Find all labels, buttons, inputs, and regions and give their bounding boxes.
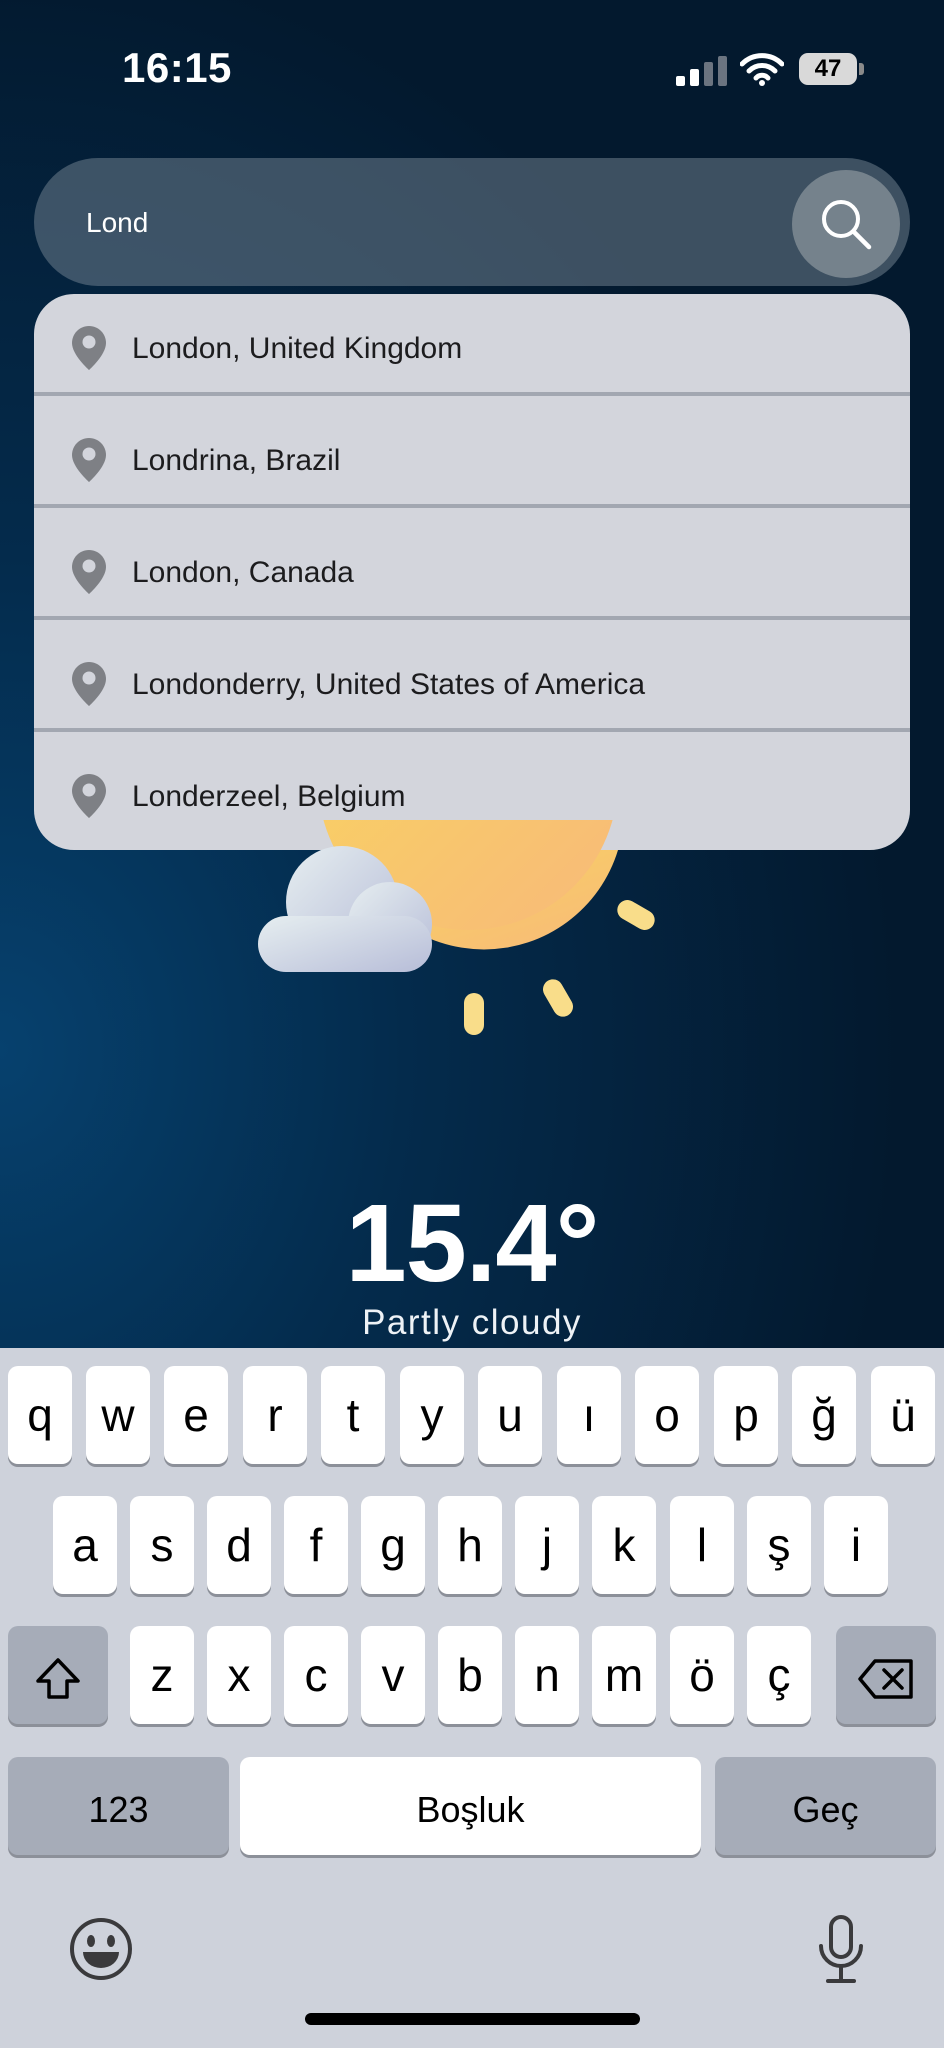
key-d[interactable]: d (207, 1496, 271, 1594)
search-input[interactable] (84, 198, 768, 248)
location-pin-icon (72, 326, 106, 370)
key-g-breve[interactable]: ğ (792, 1366, 856, 1464)
key-r[interactable]: r (243, 1366, 307, 1464)
key-u[interactable]: u (478, 1366, 542, 1464)
keyboard: q w e r t y u ı o p ğ ü a s d f g h j k … (0, 1348, 944, 2048)
partly-cloudy-icon (258, 820, 655, 1035)
key-o-umlaut[interactable]: ö (670, 1626, 734, 1724)
wifi-icon (740, 53, 784, 86)
delete-key[interactable] (836, 1626, 936, 1724)
suggestions-dropdown: London, United Kingdom Londrina, Brazil … (34, 294, 910, 850)
key-v[interactable]: v (361, 1626, 425, 1724)
temperature-readout: 15.4° (345, 1182, 599, 1305)
search-bar (34, 158, 910, 286)
suggestion-item[interactable]: Londrina, Brazil (34, 406, 910, 516)
key-f[interactable]: f (284, 1496, 348, 1594)
key-a[interactable]: a (53, 1496, 117, 1594)
key-y[interactable]: y (400, 1366, 464, 1464)
key-p[interactable]: p (714, 1366, 778, 1464)
key-h[interactable]: h (438, 1496, 502, 1594)
suggestion-item[interactable]: Londonderry, United States of America (34, 630, 910, 740)
suggestion-label: London, United Kingdom (132, 332, 463, 365)
key-c[interactable]: c (284, 1626, 348, 1724)
location-pin-icon (72, 662, 106, 706)
key-o[interactable]: o (635, 1366, 699, 1464)
key-t[interactable]: t (321, 1366, 385, 1464)
key-z[interactable]: z (130, 1626, 194, 1724)
key-x[interactable]: x (207, 1626, 271, 1724)
key-b[interactable]: b (438, 1626, 502, 1724)
suggestion-label: London, Canada (132, 556, 354, 589)
location-pin-icon (72, 550, 106, 594)
location-pin-icon (72, 438, 106, 482)
numbers-key[interactable]: 123 (8, 1757, 229, 1855)
suggestion-item[interactable]: London, United Kingdom (34, 294, 910, 404)
search-icon (822, 200, 872, 250)
key-u-umlaut[interactable]: ü (871, 1366, 935, 1464)
suggestion-label: Londrina, Brazil (132, 444, 341, 477)
suggestion-label: Londonderry, United States of America (132, 668, 646, 701)
weather-condition: Partly cloudy (362, 1303, 582, 1342)
return-key[interactable]: Geç (715, 1757, 936, 1855)
divider (34, 504, 910, 508)
key-i[interactable]: i (824, 1496, 888, 1594)
divider (34, 616, 910, 620)
space-key-label: Boşluk (416, 1789, 525, 1830)
key-c-cedilla[interactable]: ç (747, 1626, 811, 1724)
shift-key[interactable] (8, 1626, 108, 1724)
suggestion-item[interactable]: London, Canada (34, 518, 910, 628)
key-l[interactable]: l (670, 1496, 734, 1594)
divider (34, 728, 910, 732)
key-m[interactable]: m (592, 1626, 656, 1724)
shift-icon (36, 1658, 80, 1699)
battery-icon: 47 (799, 53, 865, 85)
status-time: 16:15 (122, 44, 232, 91)
key-j[interactable]: j (515, 1496, 579, 1594)
numbers-key-label: 123 (88, 1789, 149, 1830)
battery-level: 47 (799, 53, 857, 85)
search-button[interactable] (792, 170, 900, 278)
cellular-signal-icon (676, 56, 727, 86)
emoji-icon[interactable] (68, 1916, 134, 1982)
key-w[interactable]: w (86, 1366, 150, 1464)
key-s-cedilla[interactable]: ş (747, 1496, 811, 1594)
location-pin-icon (72, 774, 106, 818)
microphone-icon[interactable] (815, 1914, 867, 1986)
key-dotless-i[interactable]: ı (557, 1366, 621, 1464)
key-s[interactable]: s (130, 1496, 194, 1594)
key-n[interactable]: n (515, 1626, 579, 1724)
home-indicator[interactable] (305, 2013, 640, 2025)
divider (34, 392, 910, 396)
key-e[interactable]: e (164, 1366, 228, 1464)
space-key[interactable]: Boşluk (240, 1757, 701, 1855)
backspace-icon (858, 1659, 913, 1699)
key-g[interactable]: g (361, 1496, 425, 1594)
return-key-label: Geç (792, 1789, 859, 1830)
key-k[interactable]: k (592, 1496, 656, 1594)
key-q[interactable]: q (8, 1366, 72, 1464)
